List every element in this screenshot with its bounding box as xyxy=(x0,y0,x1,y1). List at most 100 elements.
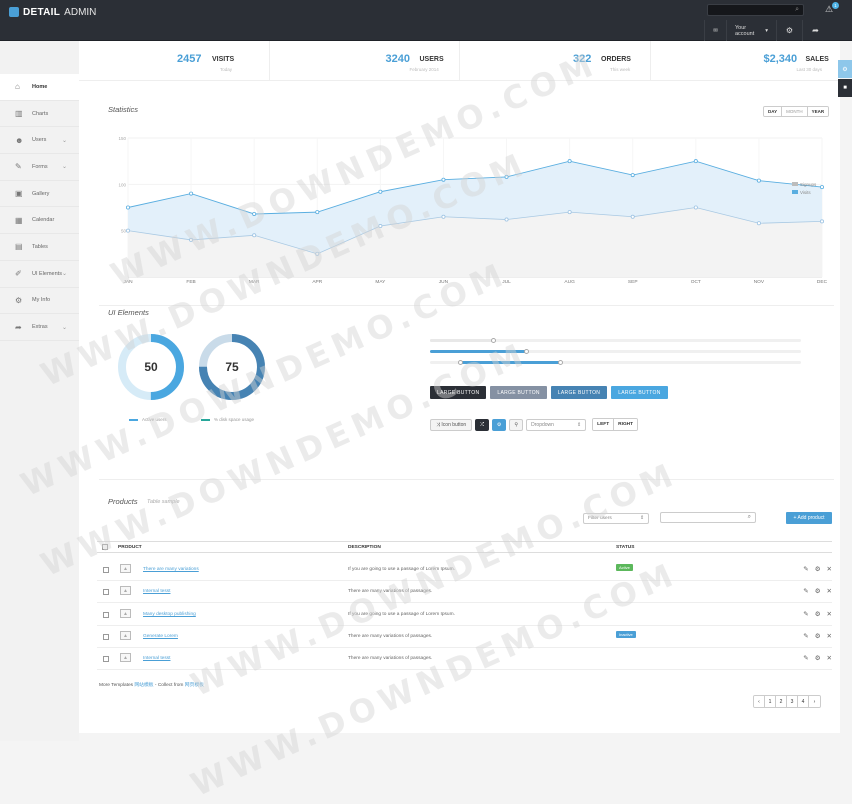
filter-users-select[interactable]: Filter users ⇕ xyxy=(583,513,649,524)
large-button[interactable]: LARGE BUTTON xyxy=(611,386,668,399)
gear-icon[interactable]: ⚙ xyxy=(815,610,821,618)
visits-point[interactable] xyxy=(693,159,698,164)
signups-point[interactable] xyxy=(126,228,131,233)
side-tab-dark[interactable]: ■ xyxy=(838,79,852,97)
range-slider[interactable] xyxy=(430,359,801,365)
pencil-icon[interactable]: ✎ xyxy=(803,565,808,573)
dropdown-select[interactable]: Dropdown ⇕ xyxy=(526,418,587,431)
sidebar-item-my-info[interactable]: ⚙ My Info xyxy=(0,288,79,315)
sidebar-item-tables[interactable]: ▤ Tables xyxy=(0,234,79,261)
pager-next-button[interactable]: › xyxy=(809,696,820,707)
signups-point[interactable] xyxy=(630,214,635,219)
slider-handle[interactable] xyxy=(491,337,497,343)
left-button[interactable]: LEFT xyxy=(593,419,615,430)
visits-point[interactable] xyxy=(126,205,131,210)
sidebar-item-ui-elements[interactable]: ✐ UI Elements ⌄ xyxy=(0,261,79,288)
pager-page-button[interactable]: 3 xyxy=(787,696,798,707)
add-product-button[interactable]: + Add product xyxy=(786,512,832,524)
visits-point[interactable] xyxy=(820,185,825,190)
large-button[interactable]: LARGE BUTTON xyxy=(550,386,608,399)
sidebar-item-home[interactable]: ⌂ Home xyxy=(0,74,79,101)
mail-button[interactable]: ✉ xyxy=(704,20,726,41)
share-button[interactable]: ➦ xyxy=(802,20,828,41)
product-link[interactable]: Internal tesst xyxy=(143,589,170,594)
visits-point[interactable] xyxy=(756,178,761,183)
pencil-icon[interactable]: ✎ xyxy=(803,587,808,595)
row-checkbox[interactable] xyxy=(103,589,109,596)
sidebar-item-gallery[interactable]: ▣ Gallery xyxy=(0,181,79,208)
signups-point[interactable] xyxy=(441,214,446,219)
sidebar-item-charts[interactable]: ▥ Charts xyxy=(0,101,79,128)
close-icon[interactable]: ✕ xyxy=(827,565,832,573)
slider-handle[interactable] xyxy=(457,359,463,365)
signups-point[interactable] xyxy=(315,251,320,256)
top-search-input[interactable]: ⌕ xyxy=(707,4,804,16)
product-link[interactable]: There are many variations xyxy=(143,567,199,572)
pager-page-button[interactable]: 4 xyxy=(798,696,809,707)
signups-point[interactable] xyxy=(756,221,761,226)
range-year-button[interactable]: YEAR xyxy=(807,107,829,116)
product-link[interactable]: Internal tesst xyxy=(143,656,170,661)
signups-point[interactable] xyxy=(189,237,194,242)
product-link[interactable]: Generate Lorem xyxy=(143,634,178,639)
row-checkbox[interactable] xyxy=(103,611,109,618)
gear-icon[interactable]: ⚙ xyxy=(815,654,821,662)
sidebar-item-forms[interactable]: ✎ Forms ⌄ xyxy=(0,154,79,181)
range-slider[interactable] xyxy=(430,337,801,343)
side-tab-config[interactable]: ⚙ xyxy=(838,60,852,78)
slider-handle[interactable] xyxy=(557,359,563,365)
brand-logo[interactable]: DETAIL ADMIN xyxy=(9,6,96,18)
footer-link[interactable]: 网页模板 xyxy=(185,683,204,688)
signups-point[interactable] xyxy=(693,205,698,210)
slider-handle[interactable] xyxy=(524,348,530,354)
large-button[interactable]: LARGE BUTTON xyxy=(430,386,487,399)
gear-icon[interactable]: ⚙ xyxy=(815,565,821,573)
visits-point[interactable] xyxy=(567,159,572,164)
attach-button[interactable]: ⚲ xyxy=(509,418,524,431)
sidebar-item-users[interactable]: ☻ Users ⌄ xyxy=(0,127,79,155)
large-button[interactable]: LARGE BUTTON xyxy=(490,386,547,399)
visits-point[interactable] xyxy=(504,174,509,179)
row-checkbox[interactable] xyxy=(103,656,109,663)
visits-point[interactable] xyxy=(441,177,446,182)
pencil-icon[interactable]: ✎ xyxy=(803,654,808,662)
range-month-button[interactable]: MONTH xyxy=(782,107,808,116)
visits-point[interactable] xyxy=(630,173,635,178)
pager-prev-button[interactable]: ‹ xyxy=(754,696,765,707)
signups-point[interactable] xyxy=(820,219,825,224)
account-dropdown[interactable]: Your account ▾ xyxy=(726,20,776,41)
sidebar-item-extras[interactable]: ➦ Extras ⌄ xyxy=(0,314,79,341)
footer-link[interactable]: 网站模板 xyxy=(134,683,153,688)
settings-button[interactable]: ⚙ xyxy=(776,20,802,41)
signups-point[interactable] xyxy=(378,224,383,229)
signups-point[interactable] xyxy=(252,233,257,238)
range-slider[interactable] xyxy=(430,348,801,354)
visits-point[interactable] xyxy=(378,189,383,194)
select-all-checkbox[interactable] xyxy=(102,544,108,550)
visits-point[interactable] xyxy=(315,210,320,215)
product-link[interactable]: Many desktop publishing xyxy=(143,612,196,617)
pager-page-button[interactable]: 1 xyxy=(765,696,776,707)
gear-icon[interactable]: ⚙ xyxy=(815,632,821,640)
row-checkbox[interactable] xyxy=(103,567,109,573)
settings-toggle-button[interactable]: ⚙ xyxy=(492,418,507,431)
alert-button[interactable]: ⚠ 1 xyxy=(825,2,839,15)
sidebar-item-calendar[interactable]: ▦ Calendar xyxy=(0,207,79,235)
icon-button[interactable]: ⤨ Icon button xyxy=(430,418,473,431)
visits-point[interactable] xyxy=(252,211,257,216)
shuffle-button[interactable]: ⤮ xyxy=(475,418,490,431)
signups-point[interactable] xyxy=(504,217,509,222)
pencil-icon[interactable]: ✎ xyxy=(803,610,808,618)
visits-point[interactable] xyxy=(189,191,194,196)
close-icon[interactable]: ✕ xyxy=(827,587,832,595)
gear-icon[interactable]: ⚙ xyxy=(815,587,821,595)
range-day-button[interactable]: DAY xyxy=(764,107,783,116)
close-icon[interactable]: ✕ xyxy=(827,654,832,662)
signups-point[interactable] xyxy=(567,210,572,215)
close-icon[interactable]: ✕ xyxy=(827,610,832,618)
close-icon[interactable]: ✕ xyxy=(827,632,832,640)
row-checkbox[interactable] xyxy=(103,633,109,640)
pencil-icon[interactable]: ✎ xyxy=(803,632,808,640)
product-search-input[interactable]: ⌕ xyxy=(660,512,756,523)
pager-page-button[interactable]: 2 xyxy=(776,696,787,707)
